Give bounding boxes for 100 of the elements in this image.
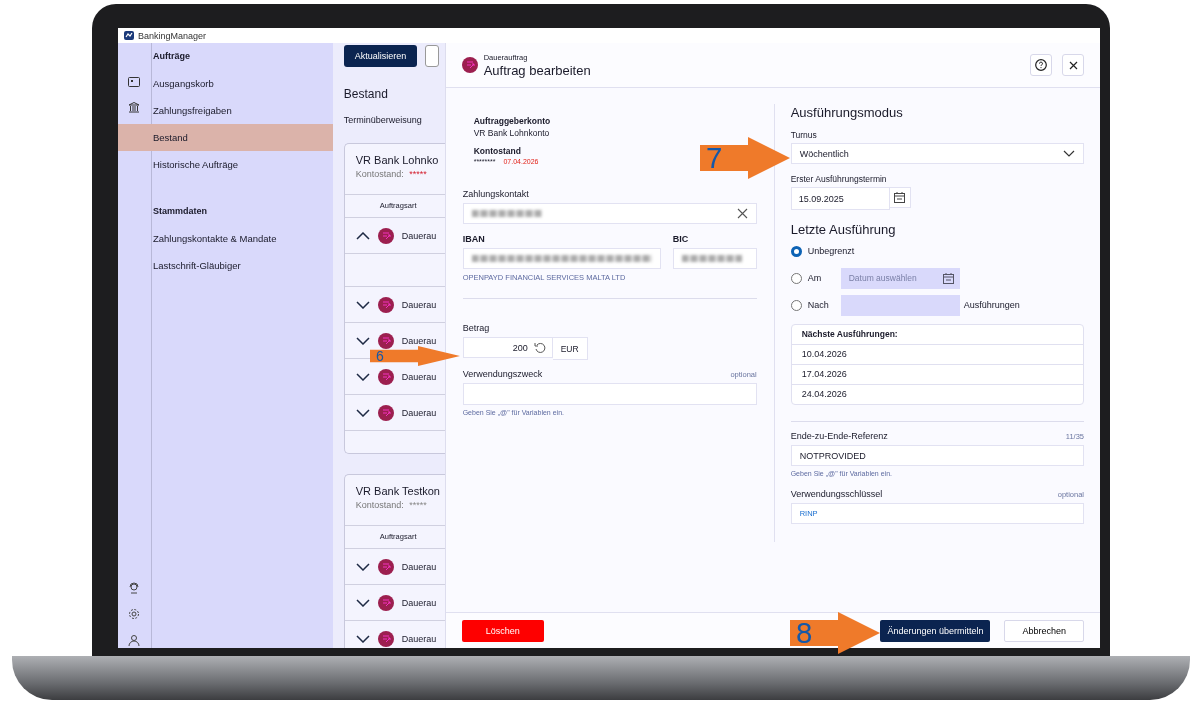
field-label: BIC bbox=[672, 234, 690, 244]
field-label: Turnus bbox=[790, 130, 818, 140]
chevron-down-icon bbox=[1063, 150, 1075, 157]
sidebar-item[interactable]: Bestand bbox=[118, 124, 333, 151]
order-type: Dauerau bbox=[401, 299, 437, 310]
field-label: Verwendungszweck bbox=[462, 369, 543, 379]
callout-number: 6 bbox=[376, 349, 384, 363]
standing-order-icon bbox=[377, 594, 394, 611]
reset-icon[interactable] bbox=[533, 341, 546, 354]
standing-order-icon bbox=[377, 558, 394, 575]
sidebar-item[interactable]: Lastschrift-Gläubiger bbox=[151, 252, 333, 279]
sidebar-item[interactable]: Ausgangskorb bbox=[151, 70, 333, 97]
field-label: Verwendungsschlüssel bbox=[790, 489, 883, 499]
account-name: VR Bank Testkon bbox=[355, 485, 441, 497]
order-type: Dauerau bbox=[401, 407, 437, 418]
close-button[interactable] bbox=[1062, 54, 1084, 76]
option-label: Nach bbox=[807, 300, 830, 310]
standing-order-icon bbox=[377, 296, 394, 313]
help-button[interactable] bbox=[1030, 54, 1052, 76]
chevron-down-icon[interactable] bbox=[355, 336, 370, 345]
field-label: Erster Ausführungstermin bbox=[790, 174, 888, 184]
delete-button[interactable]: Löschen bbox=[461, 619, 544, 642]
amount-value: 200 bbox=[512, 342, 528, 353]
interval-select[interactable]: Wöchentlich bbox=[790, 143, 1084, 164]
field-label: Betrag bbox=[462, 323, 491, 333]
bank-icon[interactable] bbox=[128, 102, 141, 113]
table-header: Nächste Ausführungen: bbox=[800, 328, 899, 341]
section-heading: Letzte Ausführung bbox=[790, 222, 897, 237]
field-label: IBAN bbox=[462, 234, 486, 244]
standing-order-icon bbox=[377, 332, 394, 349]
radio-button[interactable] bbox=[790, 299, 802, 311]
dialog-title: Auftrag bearbeiten bbox=[483, 62, 592, 78]
chevron-down-icon[interactable] bbox=[355, 372, 370, 381]
close-icon bbox=[1068, 60, 1078, 70]
clear-icon[interactable] bbox=[736, 208, 748, 219]
settings-icon[interactable] bbox=[128, 608, 141, 620]
table-cell: 10.04.2026 bbox=[791, 344, 1083, 364]
tray-icon[interactable] bbox=[128, 77, 141, 87]
page-heading: Bestand bbox=[343, 87, 389, 101]
reference-field[interactable]: NOTPROVIDED bbox=[790, 445, 1084, 466]
chevron-up-icon[interactable] bbox=[355, 231, 370, 240]
sidebar-item[interactable]: Historische Aufträge bbox=[151, 151, 333, 178]
callout-number: 8 bbox=[796, 618, 813, 648]
sidebar-heading: Aufträge bbox=[151, 51, 191, 63]
option-label: Am bbox=[807, 273, 823, 283]
calendar-icon bbox=[894, 192, 906, 203]
callout-number: 7 bbox=[706, 143, 723, 173]
option-label: Unbegrenzt bbox=[807, 246, 855, 256]
sidebar-item[interactable]: Zahlungsfreigaben bbox=[151, 97, 333, 124]
sidebar-heading: Stammdaten bbox=[151, 206, 208, 218]
chevron-down-icon[interactable] bbox=[355, 300, 370, 309]
standing-order-icon bbox=[377, 227, 394, 244]
amount-field[interactable]: 200 bbox=[462, 337, 553, 358]
app-title: BankingManager bbox=[138, 30, 207, 41]
help-icon bbox=[1035, 59, 1047, 71]
sidebar-item[interactable]: Zahlungskontakte & Mandate bbox=[151, 225, 333, 252]
field-label: Ende-zu-Ende-Referenz bbox=[790, 431, 888, 441]
table-cell: 17.04.2026 bbox=[791, 364, 1083, 384]
iban-field[interactable] bbox=[462, 248, 661, 269]
count-field[interactable] bbox=[840, 294, 960, 316]
field-label: Auftraggeberkonto bbox=[473, 116, 552, 126]
chevron-down-icon[interactable] bbox=[355, 562, 370, 571]
toolbar-button[interactable] bbox=[425, 45, 440, 67]
purpose-field[interactable] bbox=[462, 383, 757, 405]
section-heading: Ausführungsmodus bbox=[790, 105, 904, 120]
balance-value: ***** bbox=[409, 500, 427, 510]
account-name: VR Bank Lohnkonto bbox=[473, 128, 551, 138]
bic-field[interactable] bbox=[672, 248, 757, 269]
support-icon[interactable] bbox=[128, 582, 141, 594]
currency-field[interactable]: EUR bbox=[552, 337, 588, 360]
standing-order-icon bbox=[461, 57, 478, 73]
submit-button[interactable]: Änderungen übermitteln bbox=[880, 619, 991, 642]
date-field[interactable]: 15.09.2025 bbox=[790, 187, 890, 210]
app-logo-icon bbox=[124, 31, 134, 40]
calendar-button[interactable] bbox=[889, 187, 911, 208]
section-label: Terminüberweisung bbox=[343, 115, 423, 125]
standing-order-icon bbox=[377, 404, 394, 421]
field-suffix: Ausführungen bbox=[963, 300, 1020, 310]
blurred-value bbox=[681, 255, 742, 262]
order-type: Dauerau bbox=[401, 597, 437, 608]
balance-label: Kontostand: bbox=[355, 500, 404, 510]
refresh-button[interactable]: Aktualisieren bbox=[343, 45, 418, 67]
chevron-down-icon[interactable] bbox=[355, 634, 370, 643]
cancel-button[interactable]: Abbrechen bbox=[1004, 619, 1084, 642]
order-type: Dauerau bbox=[401, 371, 437, 382]
field-label: Kontostand bbox=[473, 146, 522, 156]
standing-order-icon bbox=[377, 630, 394, 647]
chevron-down-icon[interactable] bbox=[355, 598, 370, 607]
blurred-value bbox=[471, 210, 542, 217]
order-type: Dauerau bbox=[401, 561, 437, 572]
contact-field[interactable] bbox=[462, 203, 757, 224]
chevron-down-icon[interactable] bbox=[355, 408, 370, 417]
order-type: Dauerau bbox=[401, 633, 437, 644]
user-icon[interactable] bbox=[128, 634, 141, 646]
radio-button[interactable] bbox=[790, 245, 802, 257]
order-type: Dauerau bbox=[401, 335, 437, 346]
calendar-icon bbox=[942, 272, 954, 284]
table-cell: 24.04.2026 bbox=[791, 384, 1083, 404]
radio-button[interactable] bbox=[790, 272, 802, 284]
order-type: Dauerau bbox=[401, 230, 437, 241]
